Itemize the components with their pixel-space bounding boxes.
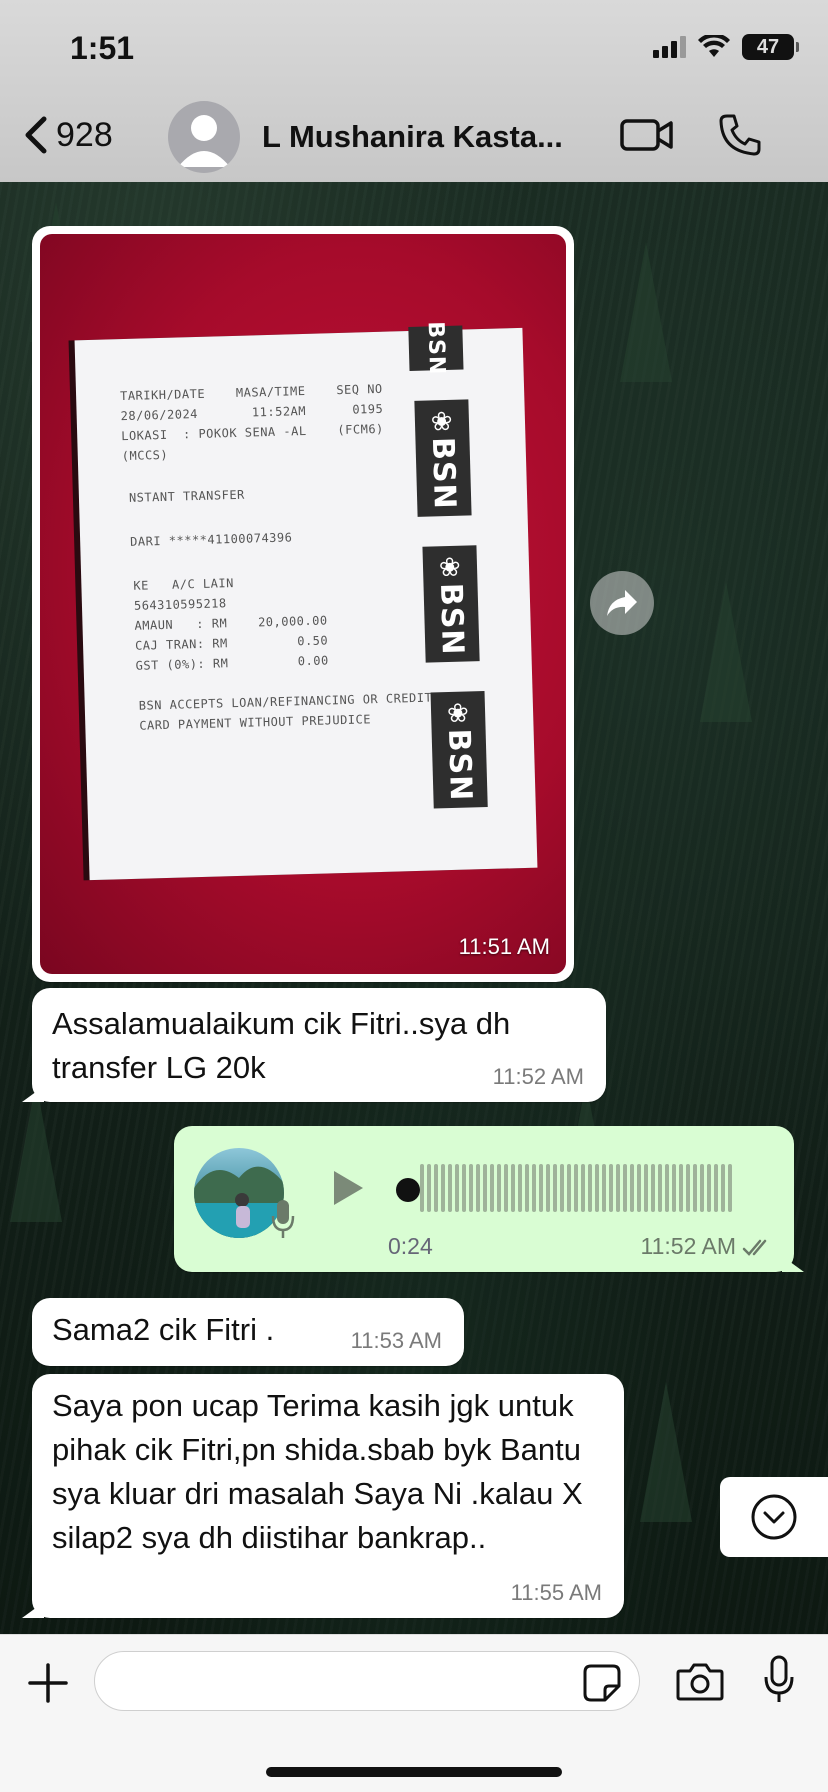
receipt-line: CARD PAYMENT WITHOUT PREJUDICE bbox=[139, 712, 372, 733]
bsn-emblem-icon: ❀ bbox=[446, 698, 470, 729]
bsn-logo: BSN bbox=[408, 321, 464, 376]
chevron-down-icon bbox=[751, 1494, 797, 1540]
status-time: 1:51 bbox=[70, 30, 135, 66]
image-message[interactable]: TARIKH/DATE MASA/TIME SEQ NO 28/06/2024 … bbox=[32, 226, 574, 982]
avatar-placeholder-icon bbox=[178, 115, 230, 167]
message-input[interactable] bbox=[94, 1651, 640, 1711]
camera-icon[interactable] bbox=[676, 1661, 724, 1703]
receipt-line: CAJ TRAN: RM 0.50 bbox=[134, 633, 329, 653]
receipt-line: (MCCS) bbox=[121, 447, 169, 464]
audio-waveform[interactable] bbox=[420, 1159, 732, 1217]
message-time: 11:51 AM bbox=[458, 934, 550, 959]
scroll-to-bottom-button[interactable] bbox=[720, 1477, 828, 1557]
bsn-logo: ❀ BSN bbox=[430, 691, 488, 809]
message-time: 11:55 AM bbox=[510, 1580, 602, 1605]
status-icons: 47 bbox=[653, 34, 799, 60]
bsn-emblem-icon: ❀ bbox=[438, 552, 462, 583]
unread-count: 928 bbox=[56, 115, 113, 154]
double-check-icon bbox=[742, 1239, 767, 1256]
wallpaper-tree bbox=[620, 242, 672, 382]
bsn-logo-text: BSN bbox=[432, 582, 470, 656]
bsn-logo: ❀ BSN bbox=[422, 545, 480, 663]
wallpaper-tree bbox=[700, 582, 752, 722]
voice-call-button[interactable] bbox=[718, 113, 762, 162]
message-text: Saya pon ucap Terima kasih jgk untuk pih… bbox=[52, 1388, 583, 1555]
mic-icon[interactable] bbox=[762, 1655, 796, 1705]
bsn-logo-text: BSN bbox=[441, 728, 479, 802]
voice-message[interactable]: 0:24 11:52 AM bbox=[174, 1126, 804, 1272]
wifi-icon bbox=[698, 35, 730, 57]
battery-icon: 47 bbox=[742, 34, 799, 60]
bsn-logo-text: BSN bbox=[422, 320, 450, 376]
chat-header: 928 L Mushanira Kasta... bbox=[0, 95, 828, 181]
contact-name[interactable]: L Mushanira Kasta... bbox=[262, 119, 563, 155]
message-time: 11:52 AM bbox=[640, 1233, 736, 1259]
top-bar: 1:51 47 928 L Mushanira Kasta... bbox=[0, 0, 828, 182]
receipt-line: LOKASI : POKOK SENA -AL (FCM6) bbox=[121, 421, 384, 444]
bank-receipt: TARIKH/DATE MASA/TIME SEQ NO 28/06/2024 … bbox=[74, 321, 538, 881]
forward-icon bbox=[607, 590, 637, 616]
message-time: 11:53 AM bbox=[350, 1328, 442, 1353]
voice-duration: 0:24 bbox=[388, 1233, 433, 1259]
receipt-photo[interactable]: TARIKH/DATE MASA/TIME SEQ NO 28/06/2024 … bbox=[40, 234, 566, 974]
message-time: 11:52 AM bbox=[492, 1064, 584, 1089]
bsn-logo-text: BSN bbox=[424, 436, 462, 510]
plus-icon[interactable] bbox=[26, 1661, 70, 1705]
receipt-line: DARI *****41100074396 bbox=[130, 530, 293, 549]
receipt-line: 564310595218 bbox=[133, 596, 227, 613]
forward-button[interactable] bbox=[590, 571, 654, 635]
video-call-button[interactable] bbox=[620, 117, 674, 158]
contact-avatar[interactable] bbox=[168, 101, 240, 173]
wallpaper-tree bbox=[640, 1382, 692, 1522]
receipt-line: TARIKH/DATE MASA/TIME SEQ NO bbox=[119, 381, 383, 404]
receipt-line: BSN ACCEPTS LOAN/REFINANCING OR CREDIT bbox=[138, 690, 433, 713]
play-icon[interactable] bbox=[330, 1168, 366, 1208]
receipt-line: NSTANT TRANSFER bbox=[128, 487, 245, 505]
mic-icon bbox=[271, 1200, 295, 1238]
back-button[interactable]: 928 bbox=[22, 115, 113, 155]
incoming-message[interactable]: Sama2 cik Fitri . 11:53 AM bbox=[32, 1298, 464, 1366]
receipt-line: KE A/C LAIN bbox=[133, 576, 235, 593]
bsn-emblem-icon: ❀ bbox=[430, 406, 454, 438]
incoming-message[interactable]: Saya pon ucap Terima kasih jgk untuk pih… bbox=[22, 1374, 624, 1618]
signal-icon bbox=[653, 36, 686, 58]
receipt-line: 28/06/2024 11:52AM 0195 bbox=[120, 401, 384, 424]
receipt-line: GST (0%): RM 0.00 bbox=[135, 653, 329, 673]
wallpaper-tree bbox=[10, 1082, 62, 1222]
back-chevron-icon bbox=[25, 116, 47, 154]
phone-icon bbox=[719, 114, 761, 156]
receipt-line: AMAUN : RM 20,000.00 bbox=[134, 613, 328, 633]
bsn-logo: ❀ BSN bbox=[414, 399, 472, 517]
sticker-icon[interactable] bbox=[583, 1664, 621, 1702]
message-input-bar bbox=[0, 1634, 828, 1792]
playback-scrubber[interactable] bbox=[396, 1178, 420, 1202]
video-call-icon bbox=[620, 119, 673, 151]
battery-level: 47 bbox=[756, 35, 780, 58]
home-indicator[interactable] bbox=[266, 1767, 562, 1777]
incoming-message[interactable]: Assalamualaikum cik Fitri..sya dh transf… bbox=[22, 988, 606, 1102]
